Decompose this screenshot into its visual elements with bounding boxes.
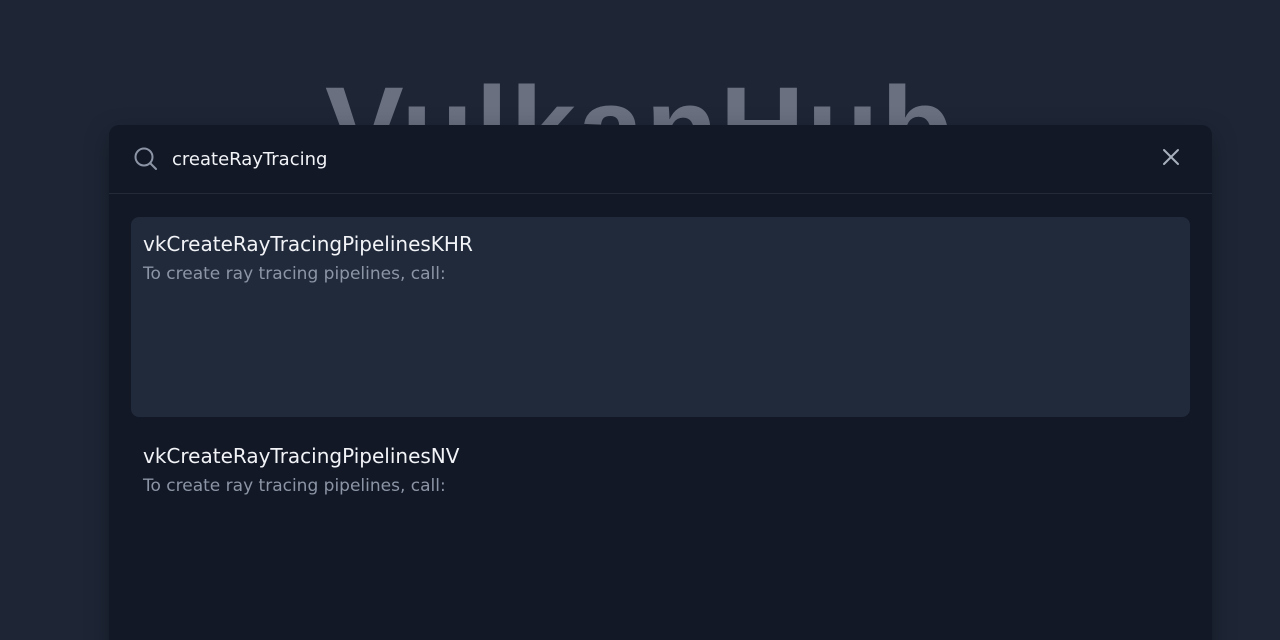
result-description: To create ray tracing pipelines, call: xyxy=(143,476,446,496)
search-bar xyxy=(109,125,1212,194)
result-title: vkCreateRayTracingPipelinesNV xyxy=(143,444,460,468)
search-result-item[interactable]: vkCreateRayTracingPipelinesNV To create … xyxy=(131,429,1190,629)
search-input[interactable] xyxy=(172,139,1154,179)
search-result-item[interactable]: vkCreateRayTracingPipelinesKHR To create… xyxy=(131,217,1190,417)
search-modal: vkCreateRayTracingPipelinesKHR To create… xyxy=(109,125,1212,640)
close-button[interactable] xyxy=(1154,142,1188,176)
page: VulkanHub vkCreateRayTra xyxy=(0,0,1280,640)
search-results: vkCreateRayTracingPipelinesKHR To create… xyxy=(109,194,1212,629)
result-description: To create ray tracing pipelines, call: xyxy=(143,264,446,284)
search-icon xyxy=(133,146,159,172)
result-title: vkCreateRayTracingPipelinesKHR xyxy=(143,232,473,256)
close-icon xyxy=(1162,148,1180,170)
